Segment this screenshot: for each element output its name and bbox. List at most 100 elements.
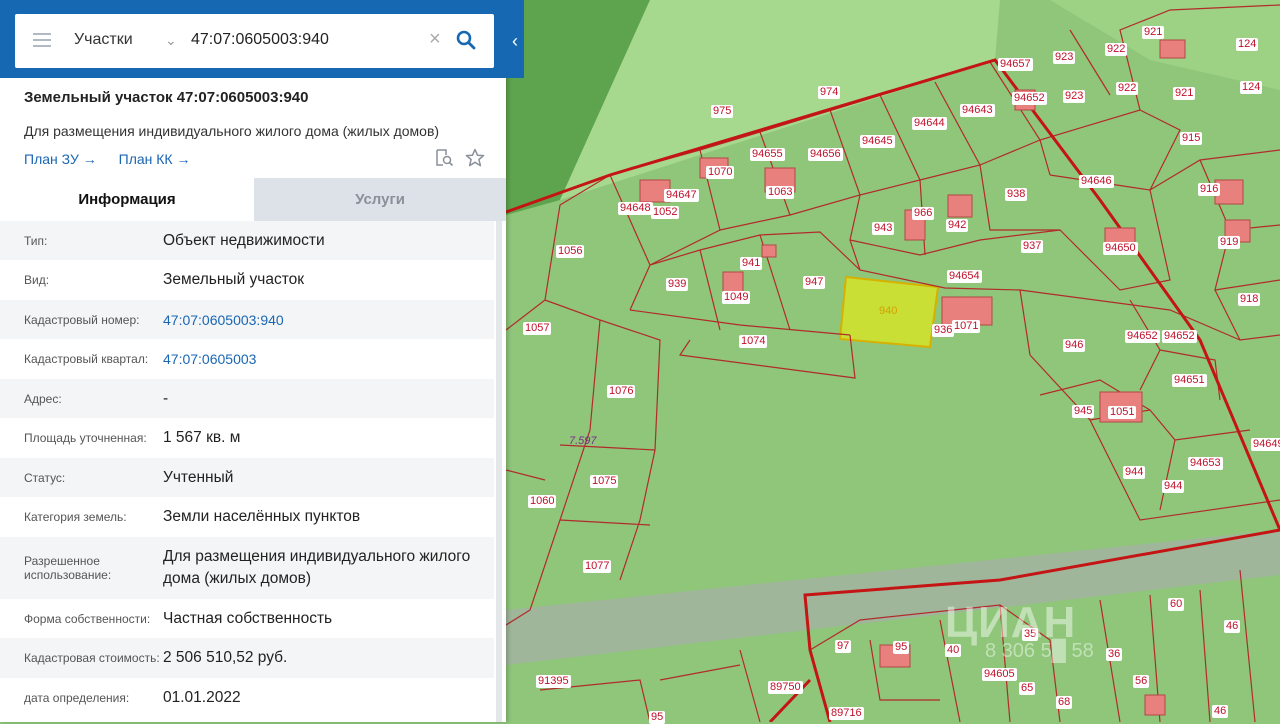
parcel-label[interactable]: 94647	[664, 189, 699, 202]
parcel-label[interactable]: 1071	[952, 320, 981, 333]
parcel-label[interactable]: 94605	[982, 668, 1017, 681]
search-bar: Участки ⌄ × ‹	[0, 0, 524, 78]
parcel-label[interactable]: 97	[835, 640, 852, 653]
parcel-label[interactable]: 1076	[607, 385, 636, 398]
chevron-down-icon[interactable]: ⌄	[165, 32, 177, 49]
info-value: Частная собственность	[163, 609, 333, 627]
selected-parcel-label[interactable]: 940	[877, 305, 899, 318]
parcel-label[interactable]: 36	[1106, 648, 1123, 661]
parcel-label[interactable]: 95	[649, 711, 666, 724]
parcel-label[interactable]: 922	[1105, 43, 1128, 56]
cadastral-quarter-link[interactable]: 47:07:0605003	[163, 339, 494, 379]
parcel-label[interactable]: 94655	[750, 148, 785, 161]
parcel-label[interactable]: 945	[1072, 405, 1095, 418]
parcel-label[interactable]: 1052	[651, 206, 680, 219]
parcel-label[interactable]: 94643	[960, 104, 995, 117]
parcel-label[interactable]: 91395	[536, 675, 571, 688]
tab-info[interactable]: Информация	[0, 178, 254, 221]
parcel-label[interactable]: 966	[912, 207, 935, 220]
parcel-label[interactable]: 124	[1236, 38, 1259, 51]
parcel-label[interactable]: 94648	[618, 202, 653, 215]
parcel-label[interactable]: 941	[740, 257, 763, 270]
parcel-label[interactable]: 1060	[528, 495, 557, 508]
parcel-label[interactable]: 46	[1224, 620, 1241, 633]
parcel-label[interactable]: 94652	[1125, 330, 1160, 343]
parcel-label[interactable]: 68	[1056, 696, 1073, 709]
parcel-label[interactable]: 94654	[947, 270, 982, 283]
info-key: Кадастровый квартал:	[24, 352, 149, 366]
parcel-label[interactable]: 1057	[523, 322, 552, 335]
parcel-label[interactable]: 944	[1162, 480, 1185, 493]
parcel-label[interactable]: 60	[1168, 598, 1185, 611]
parcel-label[interactable]: 1049	[722, 291, 751, 304]
search-icon[interactable]	[456, 30, 476, 50]
parcel-purpose: Для размещения индивидуального жилого до…	[24, 123, 440, 139]
parcel-label[interactable]: 942	[946, 219, 969, 232]
parcel-label[interactable]: 94645	[860, 135, 895, 148]
parcel-label[interactable]: 918	[1238, 293, 1261, 306]
info-value: Учтенный	[163, 468, 234, 486]
info-value: Объект недвижимости	[163, 231, 325, 249]
parcel-label[interactable]: 94646	[1079, 175, 1114, 188]
parcel-label[interactable]: 947	[803, 276, 826, 289]
parcel-label[interactable]: 936	[932, 324, 955, 337]
parcel-label[interactable]: 7.597	[567, 435, 599, 448]
cadastral-number-link[interactable]: 47:07:0605003:940	[163, 300, 494, 339]
parcel-label[interactable]: 923	[1053, 51, 1076, 64]
parcel-label[interactable]: 937	[1021, 240, 1044, 253]
parcel-label[interactable]: 95	[893, 641, 910, 654]
parcel-label[interactable]: 46	[1212, 705, 1229, 718]
parcel-label[interactable]: 89716	[829, 707, 864, 720]
search-document-icon[interactable]	[434, 148, 454, 168]
parcel-label[interactable]: 94652	[1012, 92, 1047, 105]
parcel-label[interactable]: 975	[711, 105, 734, 118]
parcel-label[interactable]: 94653	[1188, 457, 1223, 470]
menu-icon[interactable]	[33, 33, 51, 47]
parcel-label[interactable]: 921	[1173, 87, 1196, 100]
parcel-label[interactable]: 1070	[706, 166, 735, 179]
parcel-label[interactable]: 94652	[1162, 330, 1197, 343]
collapse-panel-icon[interactable]: ‹	[506, 28, 524, 54]
tab-services[interactable]: Услуги	[254, 178, 506, 221]
parcel-label[interactable]: 916	[1198, 183, 1221, 196]
parcel-label[interactable]: 1056	[556, 245, 585, 258]
parcel-label[interactable]: 94651	[1172, 374, 1207, 387]
info-row: Категория земель: Земли населённых пункт…	[0, 497, 494, 537]
parcel-label[interactable]: 94644	[912, 117, 947, 130]
parcel-label[interactable]: 938	[1005, 188, 1028, 201]
parcel-label[interactable]: 94650	[1103, 242, 1138, 255]
parcel-label[interactable]: 922	[1116, 82, 1139, 95]
parcel-label[interactable]: 939	[666, 278, 689, 291]
parcel-label[interactable]: 944	[1123, 466, 1146, 479]
info-value: Земельный участок	[163, 271, 305, 288]
search-input[interactable]	[191, 27, 426, 53]
parcel-label[interactable]: 65	[1019, 682, 1036, 695]
parcel-label[interactable]: 921	[1142, 26, 1165, 39]
parcel-label[interactable]: 1077	[583, 560, 612, 573]
parcel-label[interactable]: 124	[1240, 81, 1263, 94]
info-row: Адрес: -	[0, 379, 494, 418]
parcel-label[interactable]: 974	[818, 86, 841, 99]
parcel-label[interactable]: 946	[1063, 339, 1086, 352]
parcel-label[interactable]: 56	[1133, 675, 1150, 688]
search-box: Участки ⌄ ×	[15, 14, 494, 68]
parcel-label[interactable]: 1063	[766, 186, 795, 199]
parcel-label[interactable]: 89750	[768, 681, 803, 694]
layer-select[interactable]: Участки	[74, 31, 133, 49]
parcel-label[interactable]: 94649	[1251, 438, 1280, 451]
parcel-label[interactable]: 919	[1218, 236, 1241, 249]
parcel-label[interactable]: 923	[1063, 90, 1086, 103]
plan-kk-link[interactable]: План КК →	[119, 151, 191, 167]
parcel-label[interactable]: 1074	[739, 335, 768, 348]
plan-zu-link[interactable]: План ЗУ →	[24, 151, 97, 167]
parcel-label[interactable]: 915	[1180, 132, 1203, 145]
parcel-label[interactable]: 1051	[1108, 406, 1137, 419]
parcel-label[interactable]: 1075	[590, 475, 619, 488]
parcel-label[interactable]: 94656	[808, 148, 843, 161]
clear-icon[interactable]: ×	[429, 28, 441, 50]
parcel-label[interactable]: 94657	[998, 58, 1033, 71]
scrollbar[interactable]	[496, 221, 502, 722]
info-key: Кадастровый номер:	[24, 312, 140, 327]
parcel-label[interactable]: 943	[872, 222, 895, 235]
star-icon[interactable]	[465, 148, 485, 168]
